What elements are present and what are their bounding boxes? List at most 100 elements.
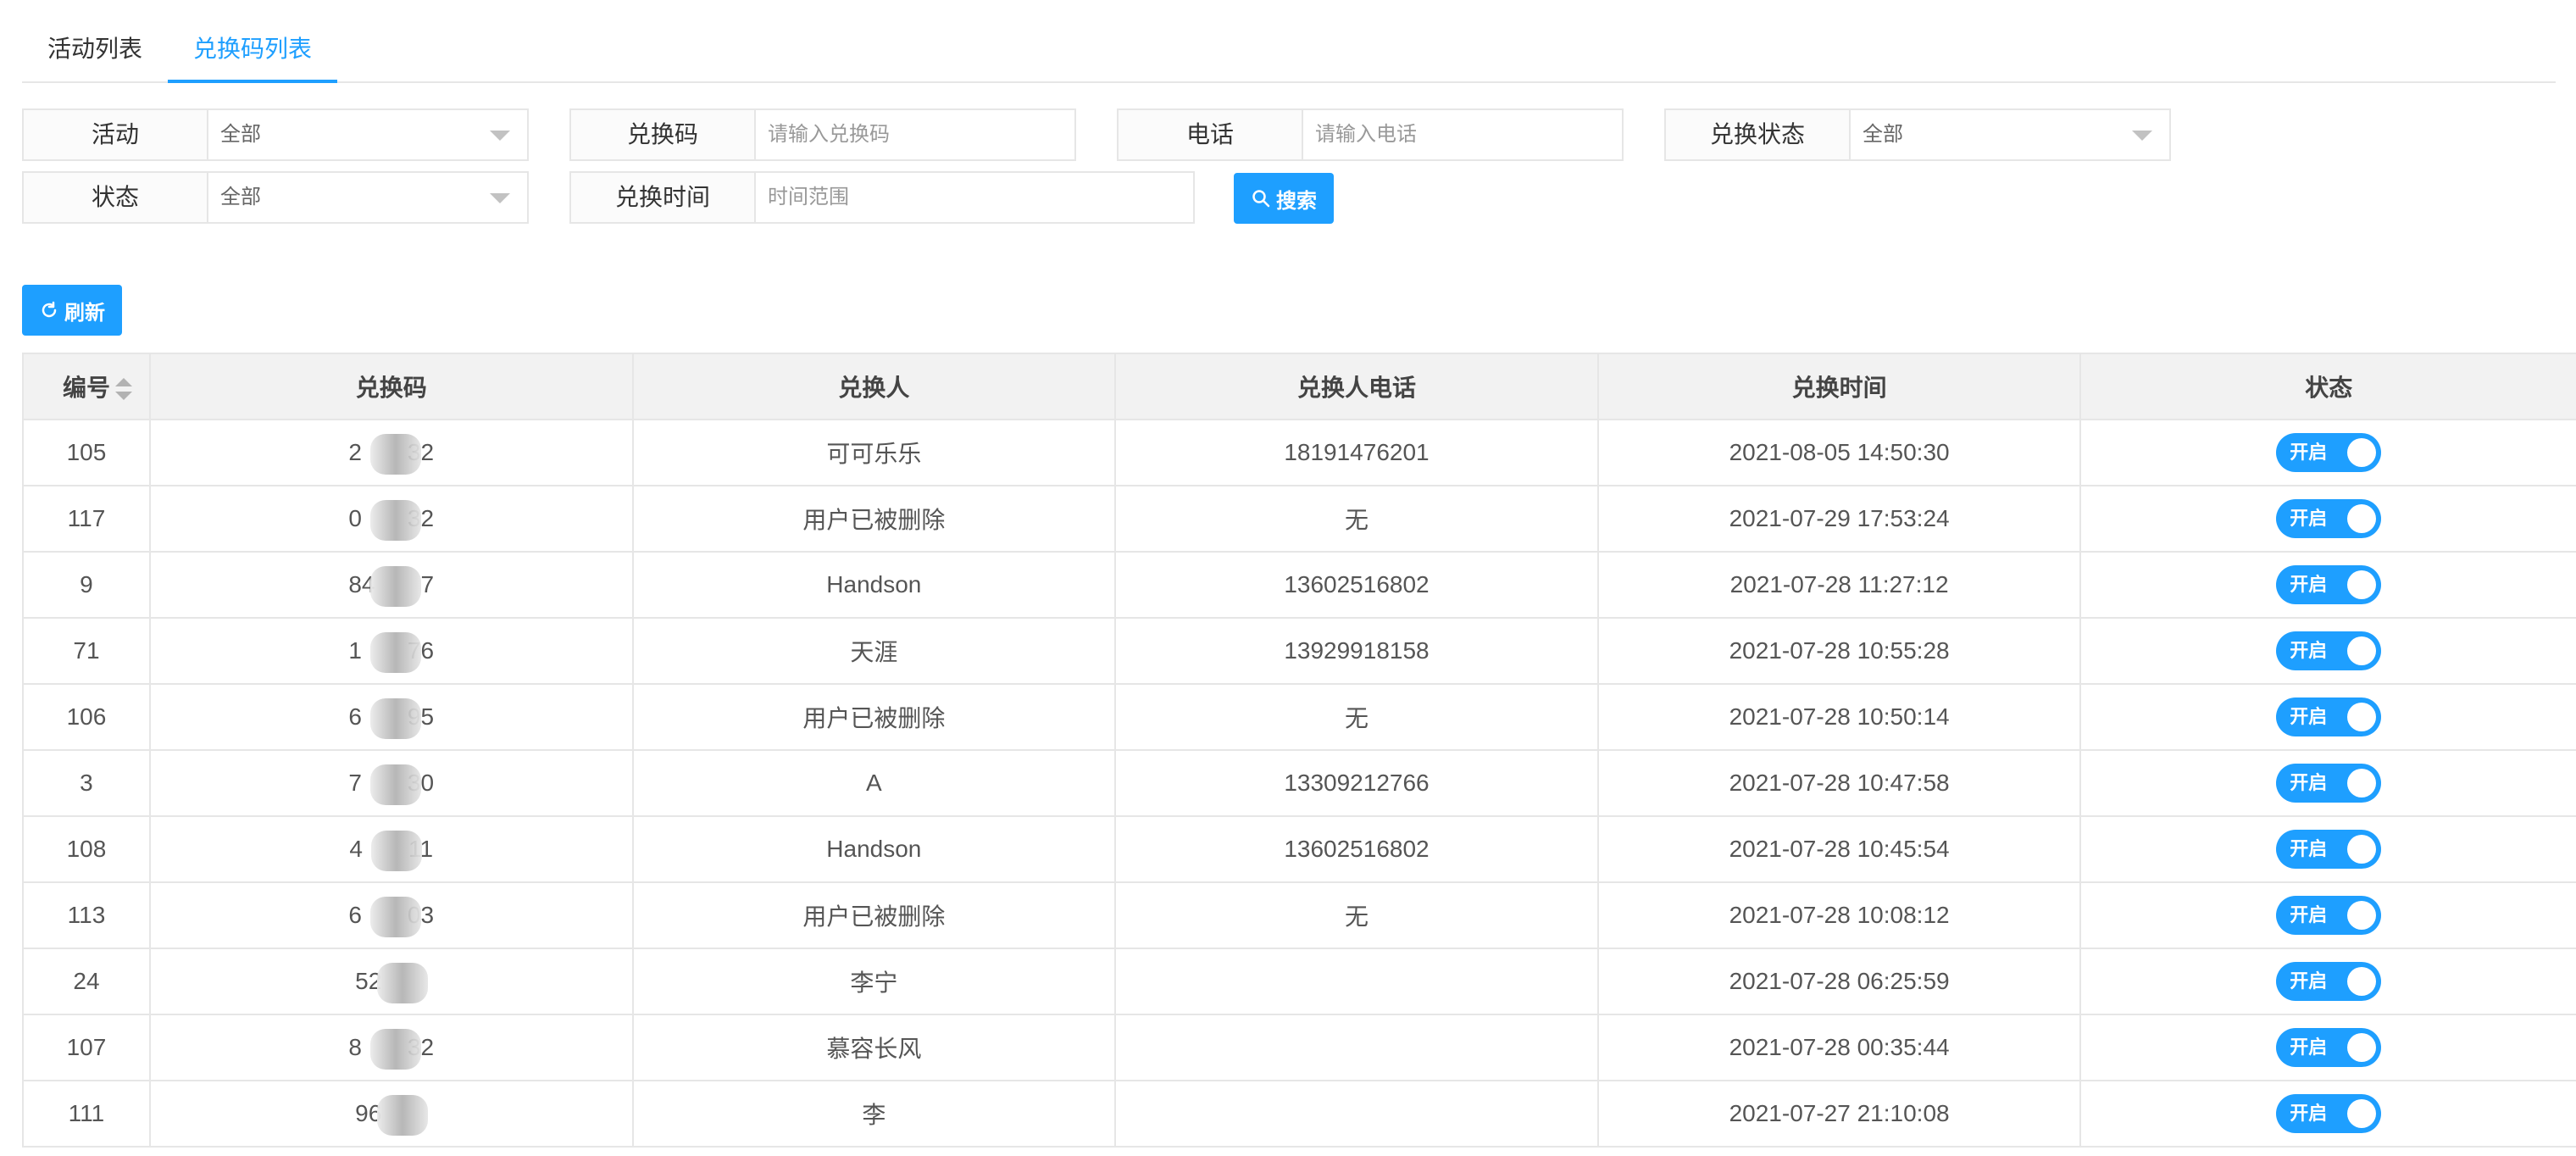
toggle-knob bbox=[2347, 835, 2377, 864]
sort-icon[interactable] bbox=[114, 378, 132, 400]
cell-id: 9 bbox=[24, 553, 151, 617]
cell-id: 24 bbox=[24, 949, 151, 1014]
status-toggle-label: 开启 bbox=[2290, 904, 2328, 925]
toggle-knob bbox=[2347, 636, 2377, 665]
redeem-status-label: 兑换状态 bbox=[1664, 108, 1849, 161]
cell-code: 603 bbox=[151, 883, 634, 948]
table-row: 111 96 李 2021-07-27 21:10:08 开启 bbox=[24, 1081, 2576, 1148]
status-select[interactable]: 全部 bbox=[207, 171, 529, 224]
cell-code: 84 7 bbox=[151, 553, 634, 617]
redaction-blur bbox=[370, 632, 422, 673]
status-toggle[interactable]: 开启 bbox=[2276, 764, 2382, 803]
code-prefix: 1 bbox=[348, 637, 362, 664]
status-toggle[interactable]: 开启 bbox=[2276, 1094, 2382, 1133]
search-button[interactable]: 搜索 bbox=[1234, 173, 1334, 224]
cell-status: 开启 bbox=[2081, 619, 2576, 683]
column-header-redeemer: 兑换人 bbox=[634, 354, 1117, 419]
tab-activity-list[interactable]: 活动列表 bbox=[22, 29, 168, 83]
toggle-knob bbox=[2347, 769, 2377, 798]
code-prefix: 0 bbox=[348, 505, 362, 531]
toggle-knob bbox=[2347, 703, 2377, 731]
redaction-blur bbox=[370, 897, 422, 937]
activity-select[interactable]: 全部 bbox=[207, 108, 529, 161]
status-toggle[interactable]: 开启 bbox=[2276, 1028, 2382, 1067]
cell-phone bbox=[1116, 1081, 1599, 1146]
redeem-status-select-value: 全部 bbox=[1863, 123, 1903, 146]
cell-phone: 无 bbox=[1116, 883, 1599, 948]
column-header-id[interactable]: 编号 bbox=[24, 354, 151, 419]
status-toggle[interactable]: 开启 bbox=[2276, 896, 2382, 935]
cell-redeemer: A bbox=[634, 751, 1117, 815]
redaction-blur bbox=[370, 434, 422, 475]
cell-redeemer: 李宁 bbox=[634, 949, 1117, 1014]
refresh-button[interactable]: 刷新 bbox=[22, 285, 122, 336]
status-toggle[interactable]: 开启 bbox=[2276, 697, 2382, 736]
cell-code: 52 bbox=[151, 949, 634, 1014]
table-row: 3730A133092127662021-07-28 10:47:58 开启 bbox=[24, 751, 2576, 817]
toggle-knob bbox=[2347, 504, 2377, 533]
cell-phone: 无 bbox=[1116, 486, 1599, 551]
status-toggle-label: 开启 bbox=[2290, 442, 2328, 463]
toggle-knob bbox=[2347, 1033, 2377, 1062]
status-toggle-label: 开启 bbox=[2290, 1037, 2328, 1058]
cell-time: 2021-07-28 10:55:28 bbox=[1599, 619, 2082, 683]
code-prefix: 7 bbox=[348, 770, 362, 796]
cell-time: 2021-07-28 11:27:12 bbox=[1599, 553, 2082, 617]
table-row: 117032用户已被删除无2021-07-29 17:53:24 开启 bbox=[24, 486, 2576, 553]
table-row: 113603用户已被删除无2021-07-28 10:08:12 开启 bbox=[24, 883, 2576, 949]
cell-redeemer: 用户已被删除 bbox=[634, 883, 1117, 948]
cell-phone: 13929918158 bbox=[1116, 619, 1599, 683]
code-prefix: 4 bbox=[349, 836, 363, 862]
cell-code: 411 bbox=[151, 817, 634, 881]
status-toggle[interactable]: 开启 bbox=[2276, 565, 2382, 604]
table-row: 105232可可乐乐181914762012021-08-05 14:50:30… bbox=[24, 420, 2576, 486]
cell-redeemer: 李 bbox=[634, 1081, 1117, 1146]
column-header-label: 编号 bbox=[62, 375, 110, 401]
redaction-blur bbox=[370, 1029, 422, 1070]
status-toggle[interactable]: 开启 bbox=[2276, 631, 2382, 670]
redaction-blur bbox=[377, 963, 429, 1003]
column-header-time: 兑换时间 bbox=[1599, 354, 2082, 419]
redeem-time-input[interactable]: 时间范围 bbox=[754, 171, 1195, 224]
chevron-down-icon bbox=[490, 131, 510, 141]
status-label: 状态 bbox=[22, 171, 207, 224]
cell-redeemer: 可可乐乐 bbox=[634, 420, 1117, 485]
status-toggle-label: 开启 bbox=[2290, 508, 2328, 529]
status-select-value: 全部 bbox=[220, 186, 261, 208]
cell-redeemer: 用户已被删除 bbox=[634, 486, 1117, 551]
activity-filter: 活动 全部 bbox=[22, 108, 529, 161]
table-row: 106695用户已被删除无2021-07-28 10:50:14 开启 bbox=[24, 685, 2576, 751]
cell-id: 113 bbox=[24, 883, 151, 948]
toggle-knob bbox=[2347, 570, 2377, 599]
toggle-knob bbox=[2347, 438, 2377, 467]
cell-redeemer: 天涯 bbox=[634, 619, 1117, 683]
cell-phone: 13602516802 bbox=[1116, 553, 1599, 617]
cell-status: 开启 bbox=[2081, 751, 2576, 815]
status-toggle[interactable]: 开启 bbox=[2276, 499, 2382, 538]
column-header-phone: 兑换人电话 bbox=[1116, 354, 1599, 419]
cell-status: 开启 bbox=[2081, 883, 2576, 948]
status-filter: 状态 全部 bbox=[22, 171, 529, 224]
cell-code: 96 bbox=[151, 1081, 634, 1146]
redaction-blur bbox=[370, 500, 422, 541]
status-toggle[interactable]: 开启 bbox=[2276, 830, 2382, 869]
status-toggle[interactable]: 开启 bbox=[2276, 962, 2382, 1001]
cell-time: 2021-07-28 10:45:54 bbox=[1599, 817, 2082, 881]
table-header: 编号 兑换码 兑换人 兑换人电话 兑换时间 状态 bbox=[24, 353, 2576, 420]
redaction-blur bbox=[377, 1095, 429, 1136]
table-row: 71176天涯139299181582021-07-28 10:55:28 开启 bbox=[24, 619, 2576, 685]
redaction-blur bbox=[371, 831, 423, 871]
phone-input[interactable]: 请输入电话 bbox=[1302, 108, 1624, 161]
code-input[interactable]: 请输入兑换码 bbox=[754, 108, 1076, 161]
cell-code: 695 bbox=[151, 685, 634, 749]
redeem-status-select[interactable]: 全部 bbox=[1849, 108, 2171, 161]
status-toggle-label: 开启 bbox=[2290, 1103, 2328, 1124]
table-row: 9 84 7 Handson 13602516802 2021-07-28 11:27:1… bbox=[24, 553, 2576, 619]
status-toggle[interactable]: 开启 bbox=[2276, 433, 2382, 472]
cell-time: 2021-07-28 06:25:59 bbox=[1599, 949, 2082, 1014]
tab-code-list[interactable]: 兑换码列表 bbox=[168, 29, 338, 83]
toggle-knob bbox=[2347, 967, 2377, 996]
cell-code: 032 bbox=[151, 486, 634, 551]
redeem-status-filter: 兑换状态 全部 bbox=[1664, 108, 2171, 161]
cell-phone: 13309212766 bbox=[1116, 751, 1599, 815]
